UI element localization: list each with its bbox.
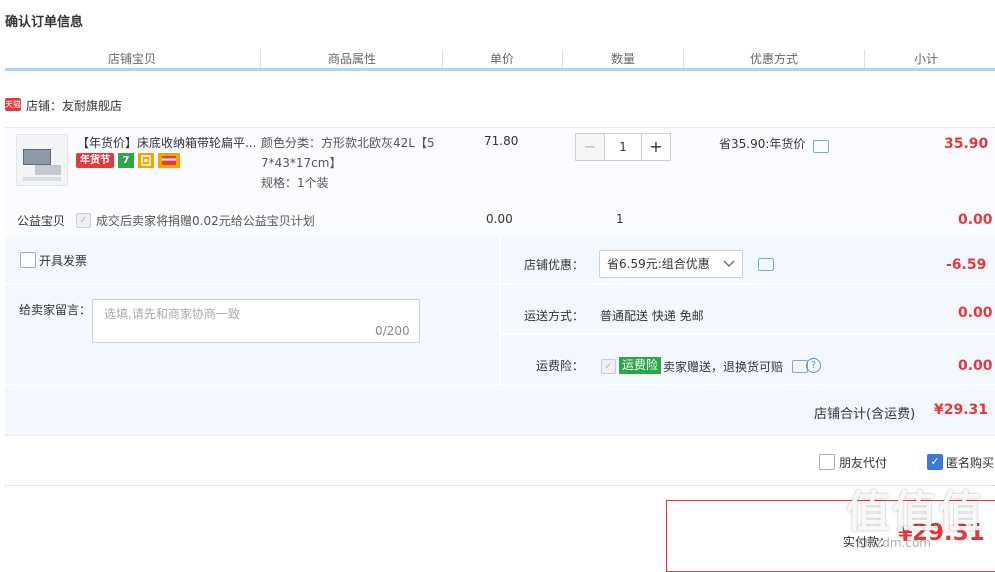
shipping-method: 普通配送 快递 免邮 xyxy=(600,309,704,323)
tmall-icon: 天猫 xyxy=(5,98,21,111)
friend-pay-checkbox[interactable] xyxy=(819,454,835,470)
shop-discount-select[interactable]: 省6.59元:组合优惠 xyxy=(599,250,743,278)
col-header-quantity: 数量 xyxy=(610,52,635,66)
product-thumbnail[interactable] xyxy=(16,134,68,186)
shop-discount-amount: -6.59 xyxy=(946,257,987,273)
invoice-label: 开具发票 xyxy=(39,254,88,268)
shop-total-label: 店铺合计(含运费) xyxy=(814,407,916,422)
shipping-label: 运送方式： xyxy=(524,309,585,323)
product-color-attr-cont: 7*43*17cm】 xyxy=(261,156,342,170)
message-placeholder: 选填,请先和商家协商一致 xyxy=(104,307,240,321)
festival-badge: 年货节 xyxy=(76,153,114,168)
charity-text: 成交后卖家将捐赠0.02元给公益宝贝计划 xyxy=(96,214,315,228)
header-divider xyxy=(683,50,684,68)
charity-quantity: 1 xyxy=(616,212,624,226)
quantity-input[interactable]: 1 xyxy=(604,133,642,161)
unit-price: 71.80 xyxy=(484,134,519,148)
insurance-amount: 0.00 xyxy=(958,358,993,374)
item-discount: 省35.90:年货价 xyxy=(719,137,806,151)
col-header-attributes: 商品属性 xyxy=(327,52,376,66)
friend-pay-label: 朋友代付 xyxy=(839,456,888,470)
charity-checkbox: ✓ xyxy=(76,213,91,228)
col-header-unit-price: 单价 xyxy=(489,52,514,66)
header-divider xyxy=(442,50,443,68)
chevron-down-icon xyxy=(723,251,735,277)
credit-card-icon xyxy=(158,153,180,168)
guarantee-icon xyxy=(138,153,154,168)
product-title-link[interactable]: 【年货价】床底收纳箱带轮扁平... xyxy=(77,134,256,151)
insurance-checkbox: ✓ xyxy=(601,359,616,374)
col-header-discount: 优惠方式 xyxy=(749,52,798,66)
message-label: 给卖家留言： xyxy=(19,303,92,317)
item-subtotal: 35.90 xyxy=(944,136,989,152)
charity-subtotal: 0.00 xyxy=(958,212,993,228)
message-icon[interactable] xyxy=(813,140,829,153)
col-header-shop-item: 店铺宝贝 xyxy=(107,52,156,66)
anonymous-label: 匿名购买 xyxy=(946,456,995,470)
header-divider xyxy=(260,50,261,68)
shop-name-link[interactable]: 店铺：友耐旗舰店 xyxy=(26,97,122,114)
message-icon[interactable] xyxy=(758,258,774,271)
quantity-increase-button[interactable]: + xyxy=(641,133,671,161)
header-divider xyxy=(864,50,865,68)
product-spec-attr: 规格：1个装 xyxy=(261,176,329,190)
insurance-tag: 运费险 xyxy=(619,357,662,374)
anonymous-checkbox[interactable]: ✓ xyxy=(927,454,943,470)
shipping-amount: 0.00 xyxy=(958,305,993,321)
shop-discount-label: 店铺优惠： xyxy=(524,258,585,272)
product-color-attr: 颜色分类：方形款北欧灰42L【5 xyxy=(261,136,435,150)
header-divider xyxy=(562,50,563,68)
shop-total-value: ¥29.31 xyxy=(934,402,989,418)
quantity-decrease-button[interactable]: − xyxy=(575,133,605,161)
watermark-site: smzdm.com xyxy=(858,536,931,550)
page-title: 确认订单信息 xyxy=(5,15,84,30)
message-counter: 0/200 xyxy=(375,324,410,338)
watermark-logo: 值值值 xyxy=(846,487,984,538)
help-icon[interactable]: ? xyxy=(806,358,821,373)
shop-discount-value: 省6.59元:组合优惠 xyxy=(607,257,710,271)
insurance-text: 卖家赠送，退换货可赔 xyxy=(663,360,784,374)
charity-price: 0.00 xyxy=(486,212,513,226)
seven-day-return-icon: 7 xyxy=(118,153,134,168)
insurance-label: 运费险： xyxy=(536,359,585,373)
header-underline xyxy=(5,68,995,71)
charity-label: 公益宝贝 xyxy=(17,214,66,228)
invoice-checkbox[interactable] xyxy=(20,252,36,268)
col-header-subtotal: 小计 xyxy=(913,52,938,66)
